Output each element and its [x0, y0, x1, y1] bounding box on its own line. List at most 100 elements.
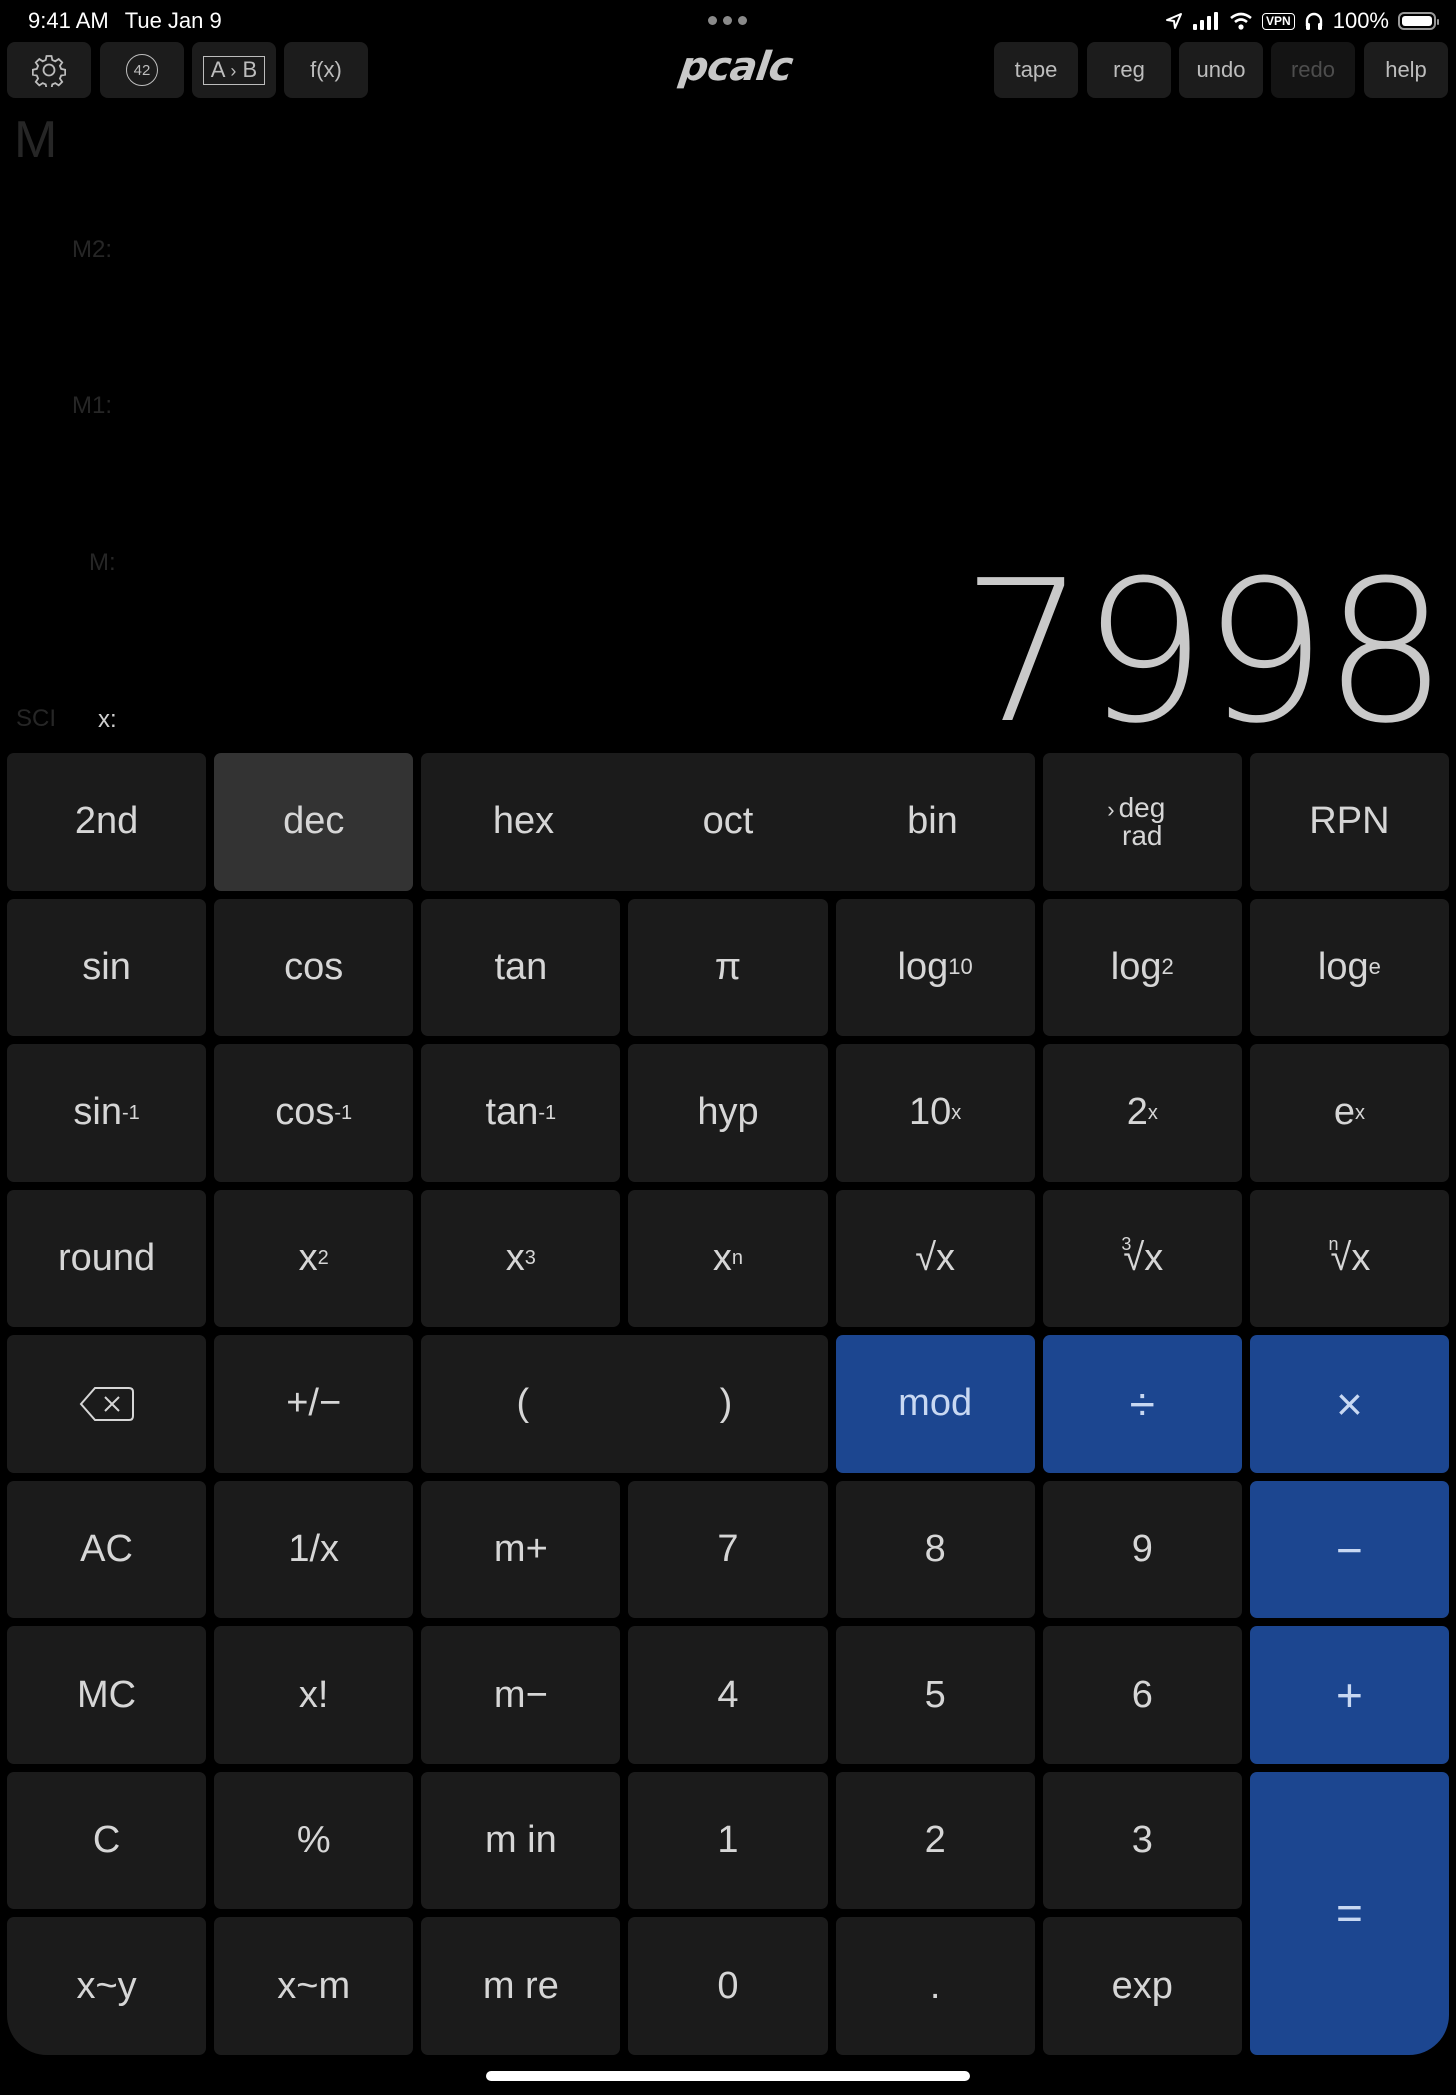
conversions-button[interactable]: A › B — [192, 42, 276, 98]
settings-button[interactable] — [7, 42, 91, 98]
key-open-paren[interactable]: ( — [421, 1335, 624, 1473]
key-10-pow-x[interactable]: 10 x — [835, 1044, 1035, 1182]
key-percent[interactable]: % — [214, 1771, 414, 1910]
reg-button[interactable]: reg — [1087, 42, 1171, 98]
key-x-squared[interactable]: x2 — [214, 1189, 414, 1328]
key-mc[interactable]: MC — [7, 1626, 207, 1764]
key-dec[interactable]: dec — [214, 753, 414, 891]
functions-button[interactable]: f(x) — [284, 42, 368, 98]
key-x2-label: x — [298, 1236, 318, 1279]
tape-button[interactable]: tape — [994, 42, 1078, 98]
key-2-pow-x[interactable]: 2x — [1042, 1044, 1242, 1182]
key-asin[interactable]: sin -1 — [7, 1044, 207, 1182]
key-0-label: 0 — [717, 1964, 739, 2007]
key-2-label: 2 — [924, 1819, 946, 1862]
key-log10[interactable]: log 10 — [835, 898, 1035, 1037]
key-m-minus[interactable]: m− — [421, 1626, 621, 1764]
key-x-cubed[interactable]: x3 — [421, 1189, 621, 1328]
key-pi[interactable]: π — [628, 898, 828, 1037]
key-mod[interactable]: mod — [835, 1335, 1035, 1473]
key-round[interactable]: round — [7, 1189, 207, 1328]
key-mc-label: MC — [77, 1673, 137, 1716]
angle-deg-label: deg — [1118, 791, 1166, 823]
key-log2-label: log — [1110, 945, 1162, 988]
key-swap-xm[interactable]: x~m — [214, 1917, 414, 2055]
key-cbrt[interactable]: 3 √x — [1042, 1189, 1242, 1328]
key-acos[interactable]: cos -1 — [214, 1044, 414, 1182]
key-hyp-label: hyp — [697, 1091, 759, 1134]
home-indicator[interactable] — [486, 2071, 970, 2081]
key-m-plus[interactable]: m+ — [421, 1480, 621, 1619]
key-bin[interactable]: bin — [830, 753, 1034, 891]
key-8[interactable]: 8 — [835, 1480, 1035, 1619]
key-deg-rad[interactable]: › deg rad — [1042, 753, 1242, 891]
key-decimal-label: . — [929, 1964, 941, 2007]
register-m-label: M: — [89, 549, 116, 576]
key-x-pow-n[interactable]: xn — [628, 1189, 828, 1328]
key-sign-label: +/− — [286, 1382, 342, 1425]
key-2nd[interactable]: 2nd — [7, 753, 207, 891]
help-button[interactable]: help — [1364, 42, 1448, 98]
key-close-paren[interactable]: ) — [624, 1335, 827, 1473]
key-backspace[interactable] — [7, 1335, 207, 1473]
key-5[interactable]: 5 — [835, 1626, 1035, 1764]
redo-button[interactable]: redo — [1271, 42, 1355, 98]
equals-icon: = — [1335, 1887, 1363, 1940]
key-equals[interactable]: = — [1249, 1771, 1449, 2055]
key-round-label: round — [57, 1236, 156, 1279]
angle-rad-label: rad — [1122, 819, 1163, 851]
key-ac[interactable]: AC — [7, 1480, 207, 1619]
key-multiply[interactable]: × — [1249, 1335, 1449, 1473]
key-9[interactable]: 9 — [1042, 1480, 1242, 1619]
key-1[interactable]: 1 — [628, 1771, 828, 1910]
key-hex[interactable]: hex — [421, 753, 625, 891]
key-tan[interactable]: tan — [421, 898, 621, 1037]
key-reciprocal[interactable]: 1/x — [214, 1480, 414, 1619]
key-7[interactable]: 7 — [628, 1480, 828, 1619]
key-nroot-index: n — [1328, 1233, 1339, 1254]
key-4[interactable]: 4 — [628, 1626, 828, 1764]
paren-segment: ( ) — [421, 1335, 828, 1473]
key-nth-root[interactable]: n √x — [1249, 1189, 1449, 1328]
key-exp[interactable]: exp — [1042, 1917, 1242, 2055]
key-m-plus-label: m+ — [493, 1528, 548, 1571]
key-atan[interactable]: tan -1 — [421, 1044, 621, 1182]
key-2nd-label: 2nd — [74, 800, 139, 843]
key-pi-label: π — [714, 945, 742, 988]
key-cos[interactable]: cos — [214, 898, 414, 1037]
key-oct[interactable]: oct — [626, 753, 830, 891]
undo-button[interactable]: undo — [1179, 42, 1263, 98]
key-2[interactable]: 2 — [835, 1771, 1035, 1910]
multitasking-dots[interactable] — [708, 16, 747, 25]
key-sqrt[interactable]: √x — [835, 1189, 1035, 1328]
key-bin-label: bin — [907, 800, 958, 843]
key-4-label: 4 — [717, 1673, 739, 1716]
key-decimal[interactable]: . — [835, 1917, 1035, 2055]
key-factorial[interactable]: x! — [214, 1626, 414, 1764]
key-reciprocal-label: 1/x — [288, 1528, 340, 1571]
key-6-label: 6 — [1131, 1673, 1153, 1716]
headphones-icon — [1305, 12, 1322, 30]
key-sign[interactable]: +/− — [214, 1335, 414, 1473]
key-e-pow-x[interactable]: ex — [1249, 1044, 1449, 1182]
key-6[interactable]: 6 — [1042, 1626, 1242, 1764]
key-3[interactable]: 3 — [1042, 1771, 1242, 1910]
display-value[interactable]: 7998 — [961, 555, 1448, 751]
key-divide[interactable]: ÷ — [1042, 1335, 1242, 1473]
key-m-in[interactable]: m in — [421, 1771, 621, 1910]
status-bar-right: VPN 100% — [1165, 8, 1439, 34]
app-logo: pcalc — [676, 44, 795, 90]
redo-label: redo — [1290, 57, 1336, 82]
key-log2[interactable]: log 2 — [1042, 898, 1242, 1037]
key-0[interactable]: 0 — [628, 1917, 828, 2055]
key-m-re[interactable]: m re — [421, 1917, 621, 2055]
constants-button[interactable]: 42 — [100, 42, 184, 98]
key-hyp[interactable]: hyp — [628, 1044, 828, 1182]
key-c[interactable]: C — [7, 1771, 207, 1910]
key-subtract[interactable]: − — [1249, 1480, 1449, 1619]
key-sin[interactable]: sin — [7, 898, 207, 1037]
key-add[interactable]: + — [1249, 1626, 1449, 1764]
key-rpn[interactable]: RPN — [1249, 753, 1449, 891]
key-loge[interactable]: log e — [1249, 898, 1449, 1037]
key-swap-xy[interactable]: x~y — [7, 1917, 207, 2055]
